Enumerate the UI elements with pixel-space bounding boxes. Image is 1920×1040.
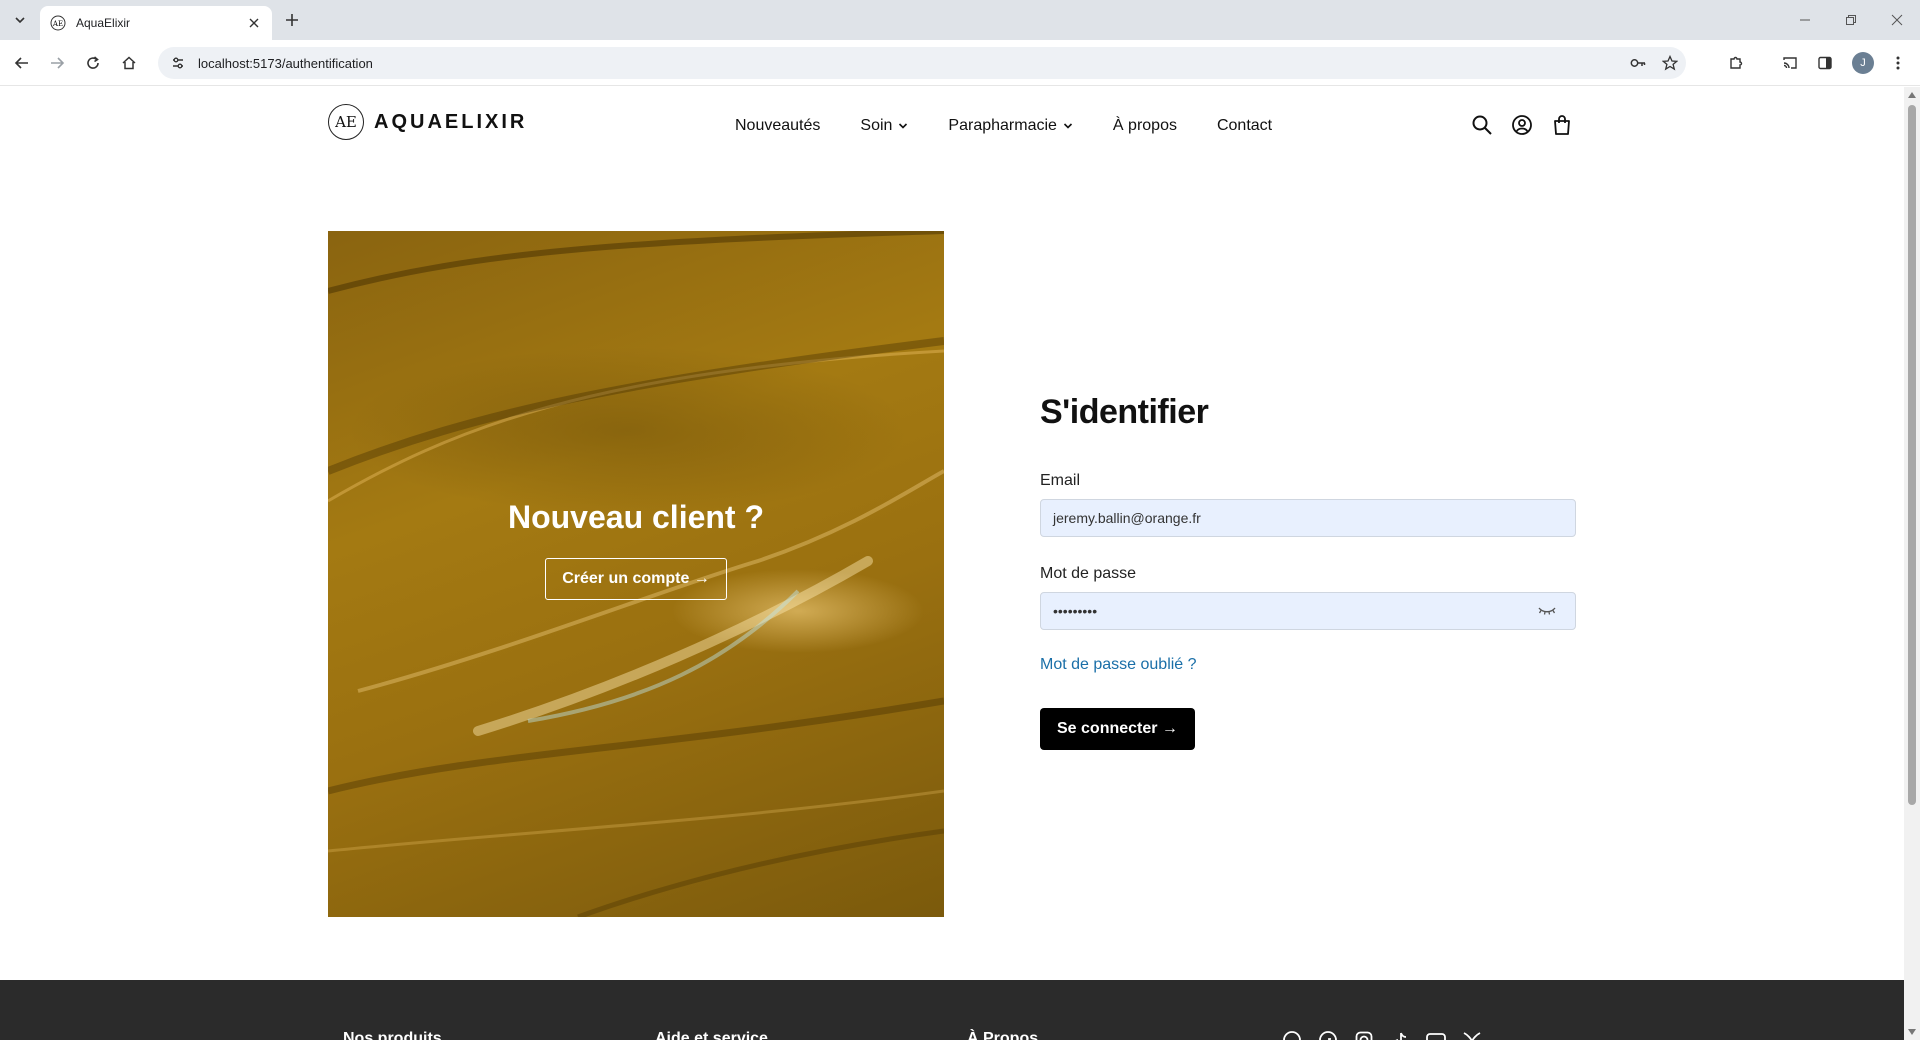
site-header: AE AQUAELIXIR Nouveautés Soin Parapharma… bbox=[0, 87, 1904, 163]
brand-name: AQUAELIXIR bbox=[374, 110, 528, 133]
new-customer-title: Nouveau client ? bbox=[507, 498, 765, 535]
password-value: ••••••••• bbox=[1053, 603, 1098, 619]
search-icon[interactable] bbox=[1470, 113, 1494, 137]
footer-col-about[interactable]: À Propos bbox=[967, 1030, 1038, 1040]
new-tab-icon[interactable] bbox=[280, 8, 304, 32]
chevron-down-icon bbox=[898, 121, 908, 131]
scroll-up-arrow-icon[interactable] bbox=[1907, 90, 1917, 100]
email-label: Email bbox=[1040, 472, 1081, 489]
forward-icon[interactable] bbox=[45, 51, 69, 75]
window-controls bbox=[1782, 0, 1920, 40]
tab-search-chevron-icon[interactable] bbox=[8, 8, 32, 32]
close-window-icon[interactable] bbox=[1874, 0, 1920, 40]
main-nav: Nouveautés Soin Parapharmacie À propos C… bbox=[735, 117, 1312, 135]
cart-icon[interactable] bbox=[1550, 113, 1574, 137]
browser-toolbar: localhost:5173/authentification bbox=[0, 40, 1920, 86]
instagram-icon[interactable] bbox=[1352, 1028, 1376, 1040]
tab-title: AquaElixir bbox=[76, 16, 131, 30]
tiktok-icon[interactable] bbox=[1388, 1028, 1412, 1040]
password-field[interactable]: ••••••••• bbox=[1040, 592, 1576, 630]
threads-icon[interactable] bbox=[1280, 1028, 1304, 1040]
nav-label: À propos bbox=[1112, 117, 1177, 134]
logo-mark: AE bbox=[328, 104, 364, 140]
restore-icon[interactable] bbox=[1828, 0, 1874, 40]
site-info-icon[interactable] bbox=[162, 47, 194, 79]
reload-icon[interactable] bbox=[81, 51, 105, 75]
browser-tab-strip: AE AquaElixir bbox=[0, 0, 1920, 40]
nav-label: Nouveautés bbox=[735, 117, 821, 134]
page-viewport: AE AQUAELIXIR Nouveautés Soin Parapharma… bbox=[0, 87, 1904, 1040]
extensions-icon[interactable] bbox=[1724, 51, 1748, 75]
page-scrollbar[interactable] bbox=[1904, 87, 1920, 1040]
home-icon[interactable] bbox=[117, 51, 141, 75]
nav-label: Soin bbox=[860, 117, 893, 134]
nav-label: Parapharmacie bbox=[948, 117, 1057, 134]
address-bar[interactable]: localhost:5173/authentification bbox=[158, 47, 1686, 79]
email-field[interactable]: jeremy.ballin@orange.fr bbox=[1040, 499, 1576, 537]
nav-label: Contact bbox=[1216, 117, 1273, 134]
youtube-icon[interactable] bbox=[1424, 1028, 1448, 1040]
cast-icon[interactable] bbox=[1778, 51, 1802, 75]
bookmark-star-icon[interactable] bbox=[1654, 47, 1686, 79]
site-footer: Nos produits Aide et service À Propos bbox=[0, 980, 1904, 1040]
bluesky-icon[interactable] bbox=[1460, 1028, 1484, 1040]
footer-col-products[interactable]: Nos produits bbox=[343, 1030, 442, 1040]
nav-a-propos[interactable]: À propos bbox=[1113, 117, 1177, 135]
chevron-down-icon bbox=[1063, 121, 1073, 131]
scrollbar-thumb[interactable] bbox=[1908, 105, 1916, 805]
svg-text:AE: AE bbox=[52, 20, 63, 28]
login-form: S'identifier Email jeremy.ballin@orange.… bbox=[1040, 393, 1576, 750]
site-favicon-icon: AE bbox=[50, 15, 66, 31]
url-text: localhost:5173/authentification bbox=[198, 55, 373, 71]
login-submit-button[interactable]: Se connecter → bbox=[1040, 708, 1195, 750]
profile-avatar[interactable]: J bbox=[1852, 52, 1874, 74]
tab-close-icon[interactable] bbox=[246, 15, 262, 31]
create-account-button[interactable]: Créer un compte → bbox=[545, 557, 727, 600]
browser-tab[interactable]: AE AquaElixir bbox=[40, 6, 272, 40]
nav-nouveautes[interactable]: Nouveautés bbox=[735, 117, 820, 135]
scroll-down-arrow-icon[interactable] bbox=[1907, 1027, 1917, 1037]
new-customer-overlay: Nouveau client ? Créer un compte → bbox=[328, 231, 944, 917]
login-title: S'identifier bbox=[1040, 393, 1209, 431]
back-icon[interactable] bbox=[10, 51, 34, 75]
eye-closed-icon[interactable] bbox=[1537, 604, 1557, 621]
account-icon[interactable] bbox=[1510, 113, 1534, 137]
facebook-icon[interactable] bbox=[1316, 1028, 1340, 1040]
footer-col-help[interactable]: Aide et service bbox=[655, 1030, 768, 1040]
minimize-icon[interactable] bbox=[1782, 0, 1828, 40]
header-actions bbox=[1470, 113, 1590, 137]
forgot-password-link[interactable]: Mot de passe oublié ? bbox=[1040, 656, 1576, 674]
new-customer-panel: Nouveau client ? Créer un compte → bbox=[328, 231, 944, 917]
password-label: Mot de passe bbox=[1040, 565, 1137, 582]
browser-menu-icon[interactable] bbox=[1886, 51, 1910, 75]
password-key-icon[interactable] bbox=[1622, 47, 1654, 79]
social-links bbox=[1280, 1028, 1496, 1040]
email-value: jeremy.ballin@orange.fr bbox=[1053, 510, 1201, 526]
nav-contact[interactable]: Contact bbox=[1217, 117, 1272, 135]
site-logo[interactable]: AE AQUAELIXIR bbox=[328, 104, 527, 140]
nav-parapharmacie[interactable]: Parapharmacie bbox=[948, 117, 1073, 135]
side-panel-icon[interactable] bbox=[1813, 51, 1837, 75]
nav-soin[interactable]: Soin bbox=[860, 117, 908, 135]
